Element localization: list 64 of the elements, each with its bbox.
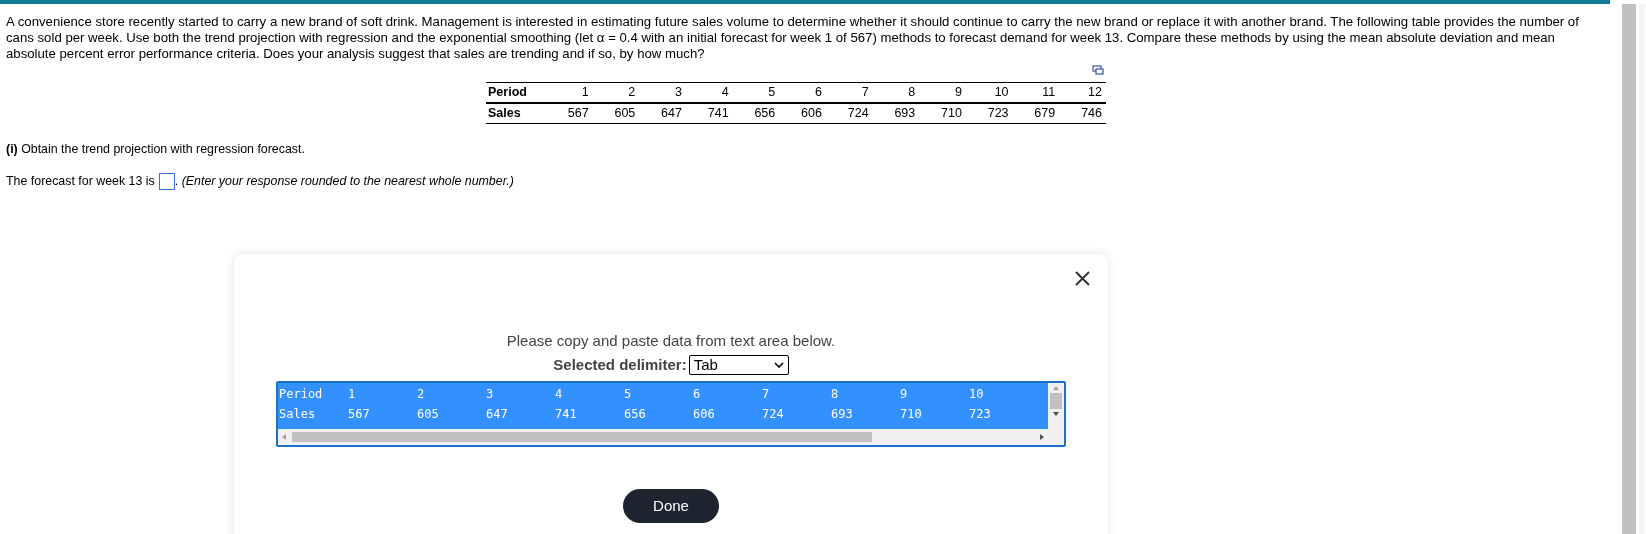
table-cell: 5 [732,82,780,103]
table-cell: 606 [779,102,826,123]
row-header: Sales [486,102,546,123]
text-area-value: Period [278,386,324,403]
text-area-value: 6 [692,386,702,403]
text-area-value: 693 [830,406,854,423]
dialog-instruction: Please copy and paste data from text area below. [506,331,836,351]
text-area-value: 5 [623,386,633,403]
copy-icon[interactable] [1092,65,1104,75]
text-area-value: Sales [278,406,317,423]
text-area-value: 8 [830,386,840,403]
text-area-value: 741 [554,406,578,423]
text-area-value: 606 [692,406,716,423]
table-cell: 7 [825,82,873,103]
page-scrollbar[interactable] [1622,4,1636,534]
text-area-value: 647 [485,406,509,423]
table-cell: 8 [872,82,920,103]
answer-punctuation: . [174,173,180,191]
table-cell: 746 [1059,102,1106,123]
table-cell: 679 [1012,102,1060,123]
table-cell: 647 [639,102,686,123]
table-cell: 12 [1059,82,1106,103]
table-cell: 567 [546,102,593,123]
answer-prompt: The forecast for week 13 is [6,173,155,191]
table-cell: 693 [872,102,920,123]
row-header: Period [486,82,546,103]
table-cell: 3 [639,82,686,103]
text-area-value: 567 [347,406,371,423]
vertical-scrollbar[interactable] [1048,383,1064,445]
table-cell: 741 [685,102,733,123]
table-cell: 2 [592,82,640,103]
close-icon[interactable] [1075,271,1090,286]
delimiter-label: Selected delimiter: [553,354,687,375]
text-area-value: 10 [968,386,985,403]
table-cell: 6 [779,82,826,103]
text-area-value: 605 [416,406,440,423]
question-text: A convenience store recently started to carry a new brand of soft drink. Management is interested in estimating future sales volume to determine whether it should continue to carry the new brand or replace it with another brand. The following table provides the number of cans sold per week. Use both the trend projection with regression and the exponential smoothing (let α = 0.4 with an initial forecast for week 1 of 567) methods to forecast demand for week 13. Compare these methods by using the mean absolute deviation and mean absolute percent error performance criteria. Does your analysis suggest that sales are trending and if so, by how much? [6,14,1580,62]
horizontal-scrollbar[interactable] [278,429,1048,445]
table-cell: 10 [965,82,1013,103]
table-cell: 1 [546,82,593,103]
text-area-value: 4 [554,386,564,403]
text-area-value: 3 [485,386,495,403]
delimiter-select[interactable]: Tab [688,354,789,375]
answer-field[interactable] [158,172,175,190]
text-area-value: 656 [623,406,647,423]
text-area-value: 1 [347,386,357,403]
table-cell: 656 [732,102,780,123]
table-cell: 723 [965,102,1013,123]
caret-icon [773,361,784,368]
answer-hint: (Enter your response rounded to the nearest whole number.) [181,173,514,191]
table-cell: 11 [1012,82,1060,103]
table-cell: 9 [919,82,966,103]
text-area-value: 724 [761,406,785,423]
text-area-value: 7 [761,386,771,403]
table-cell: 4 [685,82,733,103]
table-cell: 710 [919,102,966,123]
table-cell: 605 [592,102,640,123]
text-area-value: 2 [416,386,426,403]
part-prompt: (i) Obtain the trend projection with regression forecast. [6,140,306,158]
text-area-value: 710 [899,406,923,423]
done-button[interactable]: Done [623,489,719,523]
table-cell: 724 [825,102,873,123]
text-area-value: 723 [968,406,992,423]
text-area-value: 9 [899,386,909,403]
